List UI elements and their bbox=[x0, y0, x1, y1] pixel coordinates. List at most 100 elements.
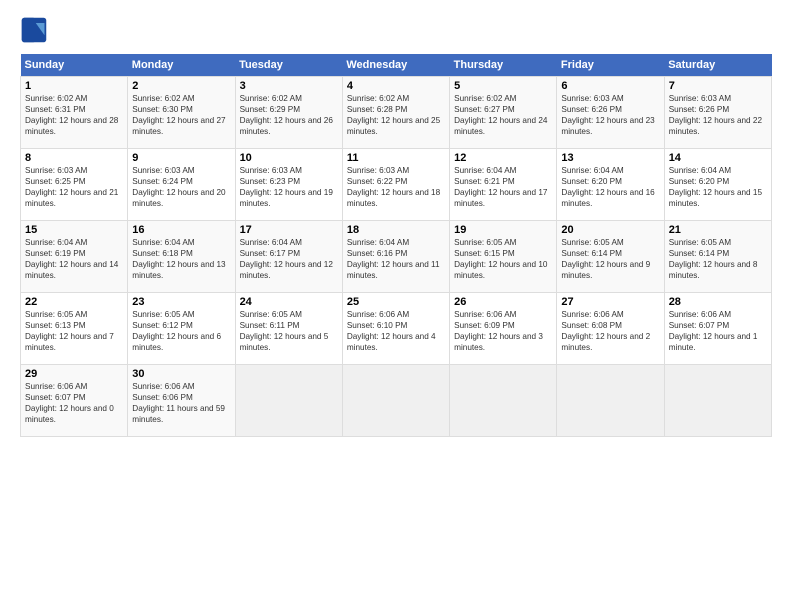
calendar-cell bbox=[450, 365, 557, 437]
day-number: 8 bbox=[25, 152, 123, 164]
header-row: SundayMondayTuesdayWednesdayThursdayFrid… bbox=[21, 54, 772, 77]
calendar-row: 29 Sunrise: 6:06 AMSunset: 6:07 PMDaylig… bbox=[21, 365, 772, 437]
day-detail: Sunrise: 6:04 AMSunset: 6:17 PMDaylight:… bbox=[240, 238, 333, 280]
calendar-cell: 30 Sunrise: 6:06 AMSunset: 6:06 PMDaylig… bbox=[128, 365, 235, 437]
calendar-cell: 29 Sunrise: 6:06 AMSunset: 6:07 PMDaylig… bbox=[21, 365, 128, 437]
day-number: 29 bbox=[25, 368, 123, 380]
day-number: 3 bbox=[240, 80, 338, 92]
day-detail: Sunrise: 6:02 AMSunset: 6:30 PMDaylight:… bbox=[132, 94, 225, 136]
day-detail: Sunrise: 6:02 AMSunset: 6:27 PMDaylight:… bbox=[454, 94, 547, 136]
day-detail: Sunrise: 6:02 AMSunset: 6:29 PMDaylight:… bbox=[240, 94, 333, 136]
calendar-row: 1 Sunrise: 6:02 AMSunset: 6:31 PMDayligh… bbox=[21, 77, 772, 149]
day-detail: Sunrise: 6:03 AMSunset: 6:22 PMDaylight:… bbox=[347, 166, 440, 208]
calendar-row: 8 Sunrise: 6:03 AMSunset: 6:25 PMDayligh… bbox=[21, 149, 772, 221]
day-detail: Sunrise: 6:04 AMSunset: 6:20 PMDaylight:… bbox=[669, 166, 762, 208]
logo bbox=[20, 16, 52, 44]
day-detail: Sunrise: 6:05 AMSunset: 6:14 PMDaylight:… bbox=[669, 238, 758, 280]
calendar-cell: 16 Sunrise: 6:04 AMSunset: 6:18 PMDaylig… bbox=[128, 221, 235, 293]
calendar-cell: 28 Sunrise: 6:06 AMSunset: 6:07 PMDaylig… bbox=[664, 293, 771, 365]
header-cell-tuesday: Tuesday bbox=[235, 54, 342, 77]
calendar-cell: 3 Sunrise: 6:02 AMSunset: 6:29 PMDayligh… bbox=[235, 77, 342, 149]
day-number: 21 bbox=[669, 224, 767, 236]
header bbox=[20, 16, 772, 44]
day-detail: Sunrise: 6:03 AMSunset: 6:24 PMDaylight:… bbox=[132, 166, 225, 208]
calendar-cell bbox=[664, 365, 771, 437]
calendar-cell: 25 Sunrise: 6:06 AMSunset: 6:10 PMDaylig… bbox=[342, 293, 449, 365]
day-detail: Sunrise: 6:04 AMSunset: 6:20 PMDaylight:… bbox=[561, 166, 654, 208]
day-number: 13 bbox=[561, 152, 659, 164]
calendar-cell: 20 Sunrise: 6:05 AMSunset: 6:14 PMDaylig… bbox=[557, 221, 664, 293]
day-number: 14 bbox=[669, 152, 767, 164]
day-detail: Sunrise: 6:06 AMSunset: 6:09 PMDaylight:… bbox=[454, 310, 543, 352]
header-cell-saturday: Saturday bbox=[664, 54, 771, 77]
day-detail: Sunrise: 6:06 AMSunset: 6:07 PMDaylight:… bbox=[25, 382, 114, 424]
calendar-cell: 27 Sunrise: 6:06 AMSunset: 6:08 PMDaylig… bbox=[557, 293, 664, 365]
header-cell-friday: Friday bbox=[557, 54, 664, 77]
calendar-cell bbox=[342, 365, 449, 437]
day-detail: Sunrise: 6:03 AMSunset: 6:26 PMDaylight:… bbox=[669, 94, 762, 136]
calendar-cell: 8 Sunrise: 6:03 AMSunset: 6:25 PMDayligh… bbox=[21, 149, 128, 221]
day-detail: Sunrise: 6:05 AMSunset: 6:13 PMDaylight:… bbox=[25, 310, 114, 352]
day-number: 1 bbox=[25, 80, 123, 92]
calendar-cell: 1 Sunrise: 6:02 AMSunset: 6:31 PMDayligh… bbox=[21, 77, 128, 149]
calendar-cell: 11 Sunrise: 6:03 AMSunset: 6:22 PMDaylig… bbox=[342, 149, 449, 221]
calendar-cell bbox=[235, 365, 342, 437]
calendar-cell: 18 Sunrise: 6:04 AMSunset: 6:16 PMDaylig… bbox=[342, 221, 449, 293]
day-number: 16 bbox=[132, 224, 230, 236]
day-number: 4 bbox=[347, 80, 445, 92]
calendar-cell: 21 Sunrise: 6:05 AMSunset: 6:14 PMDaylig… bbox=[664, 221, 771, 293]
header-cell-monday: Monday bbox=[128, 54, 235, 77]
day-detail: Sunrise: 6:03 AMSunset: 6:23 PMDaylight:… bbox=[240, 166, 333, 208]
day-number: 9 bbox=[132, 152, 230, 164]
day-number: 10 bbox=[240, 152, 338, 164]
calendar-row: 22 Sunrise: 6:05 AMSunset: 6:13 PMDaylig… bbox=[21, 293, 772, 365]
day-detail: Sunrise: 6:05 AMSunset: 6:15 PMDaylight:… bbox=[454, 238, 547, 280]
calendar-cell: 10 Sunrise: 6:03 AMSunset: 6:23 PMDaylig… bbox=[235, 149, 342, 221]
calendar-cell: 5 Sunrise: 6:02 AMSunset: 6:27 PMDayligh… bbox=[450, 77, 557, 149]
day-number: 24 bbox=[240, 296, 338, 308]
day-number: 11 bbox=[347, 152, 445, 164]
day-number: 17 bbox=[240, 224, 338, 236]
calendar-cell: 9 Sunrise: 6:03 AMSunset: 6:24 PMDayligh… bbox=[128, 149, 235, 221]
day-number: 30 bbox=[132, 368, 230, 380]
day-detail: Sunrise: 6:03 AMSunset: 6:26 PMDaylight:… bbox=[561, 94, 654, 136]
calendar-table: SundayMondayTuesdayWednesdayThursdayFrid… bbox=[20, 54, 772, 437]
day-number: 7 bbox=[669, 80, 767, 92]
calendar-cell: 6 Sunrise: 6:03 AMSunset: 6:26 PMDayligh… bbox=[557, 77, 664, 149]
day-detail: Sunrise: 6:02 AMSunset: 6:31 PMDaylight:… bbox=[25, 94, 118, 136]
calendar-row: 15 Sunrise: 6:04 AMSunset: 6:19 PMDaylig… bbox=[21, 221, 772, 293]
calendar-cell: 2 Sunrise: 6:02 AMSunset: 6:30 PMDayligh… bbox=[128, 77, 235, 149]
day-number: 20 bbox=[561, 224, 659, 236]
calendar-cell: 22 Sunrise: 6:05 AMSunset: 6:13 PMDaylig… bbox=[21, 293, 128, 365]
day-detail: Sunrise: 6:02 AMSunset: 6:28 PMDaylight:… bbox=[347, 94, 440, 136]
day-number: 22 bbox=[25, 296, 123, 308]
header-cell-sunday: Sunday bbox=[21, 54, 128, 77]
header-cell-wednesday: Wednesday bbox=[342, 54, 449, 77]
day-number: 6 bbox=[561, 80, 659, 92]
calendar-cell: 15 Sunrise: 6:04 AMSunset: 6:19 PMDaylig… bbox=[21, 221, 128, 293]
calendar-cell: 19 Sunrise: 6:05 AMSunset: 6:15 PMDaylig… bbox=[450, 221, 557, 293]
calendar-cell: 23 Sunrise: 6:05 AMSunset: 6:12 PMDaylig… bbox=[128, 293, 235, 365]
day-detail: Sunrise: 6:03 AMSunset: 6:25 PMDaylight:… bbox=[25, 166, 118, 208]
day-detail: Sunrise: 6:05 AMSunset: 6:12 PMDaylight:… bbox=[132, 310, 221, 352]
calendar-cell: 12 Sunrise: 6:04 AMSunset: 6:21 PMDaylig… bbox=[450, 149, 557, 221]
calendar-cell: 14 Sunrise: 6:04 AMSunset: 6:20 PMDaylig… bbox=[664, 149, 771, 221]
day-number: 26 bbox=[454, 296, 552, 308]
day-number: 28 bbox=[669, 296, 767, 308]
day-number: 15 bbox=[25, 224, 123, 236]
day-detail: Sunrise: 6:06 AMSunset: 6:10 PMDaylight:… bbox=[347, 310, 436, 352]
day-number: 18 bbox=[347, 224, 445, 236]
day-detail: Sunrise: 6:04 AMSunset: 6:19 PMDaylight:… bbox=[25, 238, 118, 280]
day-detail: Sunrise: 6:06 AMSunset: 6:07 PMDaylight:… bbox=[669, 310, 758, 352]
header-cell-thursday: Thursday bbox=[450, 54, 557, 77]
logo-icon bbox=[20, 16, 48, 44]
calendar-cell: 26 Sunrise: 6:06 AMSunset: 6:09 PMDaylig… bbox=[450, 293, 557, 365]
day-number: 27 bbox=[561, 296, 659, 308]
day-number: 5 bbox=[454, 80, 552, 92]
calendar-cell bbox=[557, 365, 664, 437]
page: SundayMondayTuesdayWednesdayThursdayFrid… bbox=[0, 0, 792, 453]
calendar-cell: 4 Sunrise: 6:02 AMSunset: 6:28 PMDayligh… bbox=[342, 77, 449, 149]
day-detail: Sunrise: 6:04 AMSunset: 6:16 PMDaylight:… bbox=[347, 238, 440, 280]
day-detail: Sunrise: 6:06 AMSunset: 6:08 PMDaylight:… bbox=[561, 310, 650, 352]
day-number: 23 bbox=[132, 296, 230, 308]
